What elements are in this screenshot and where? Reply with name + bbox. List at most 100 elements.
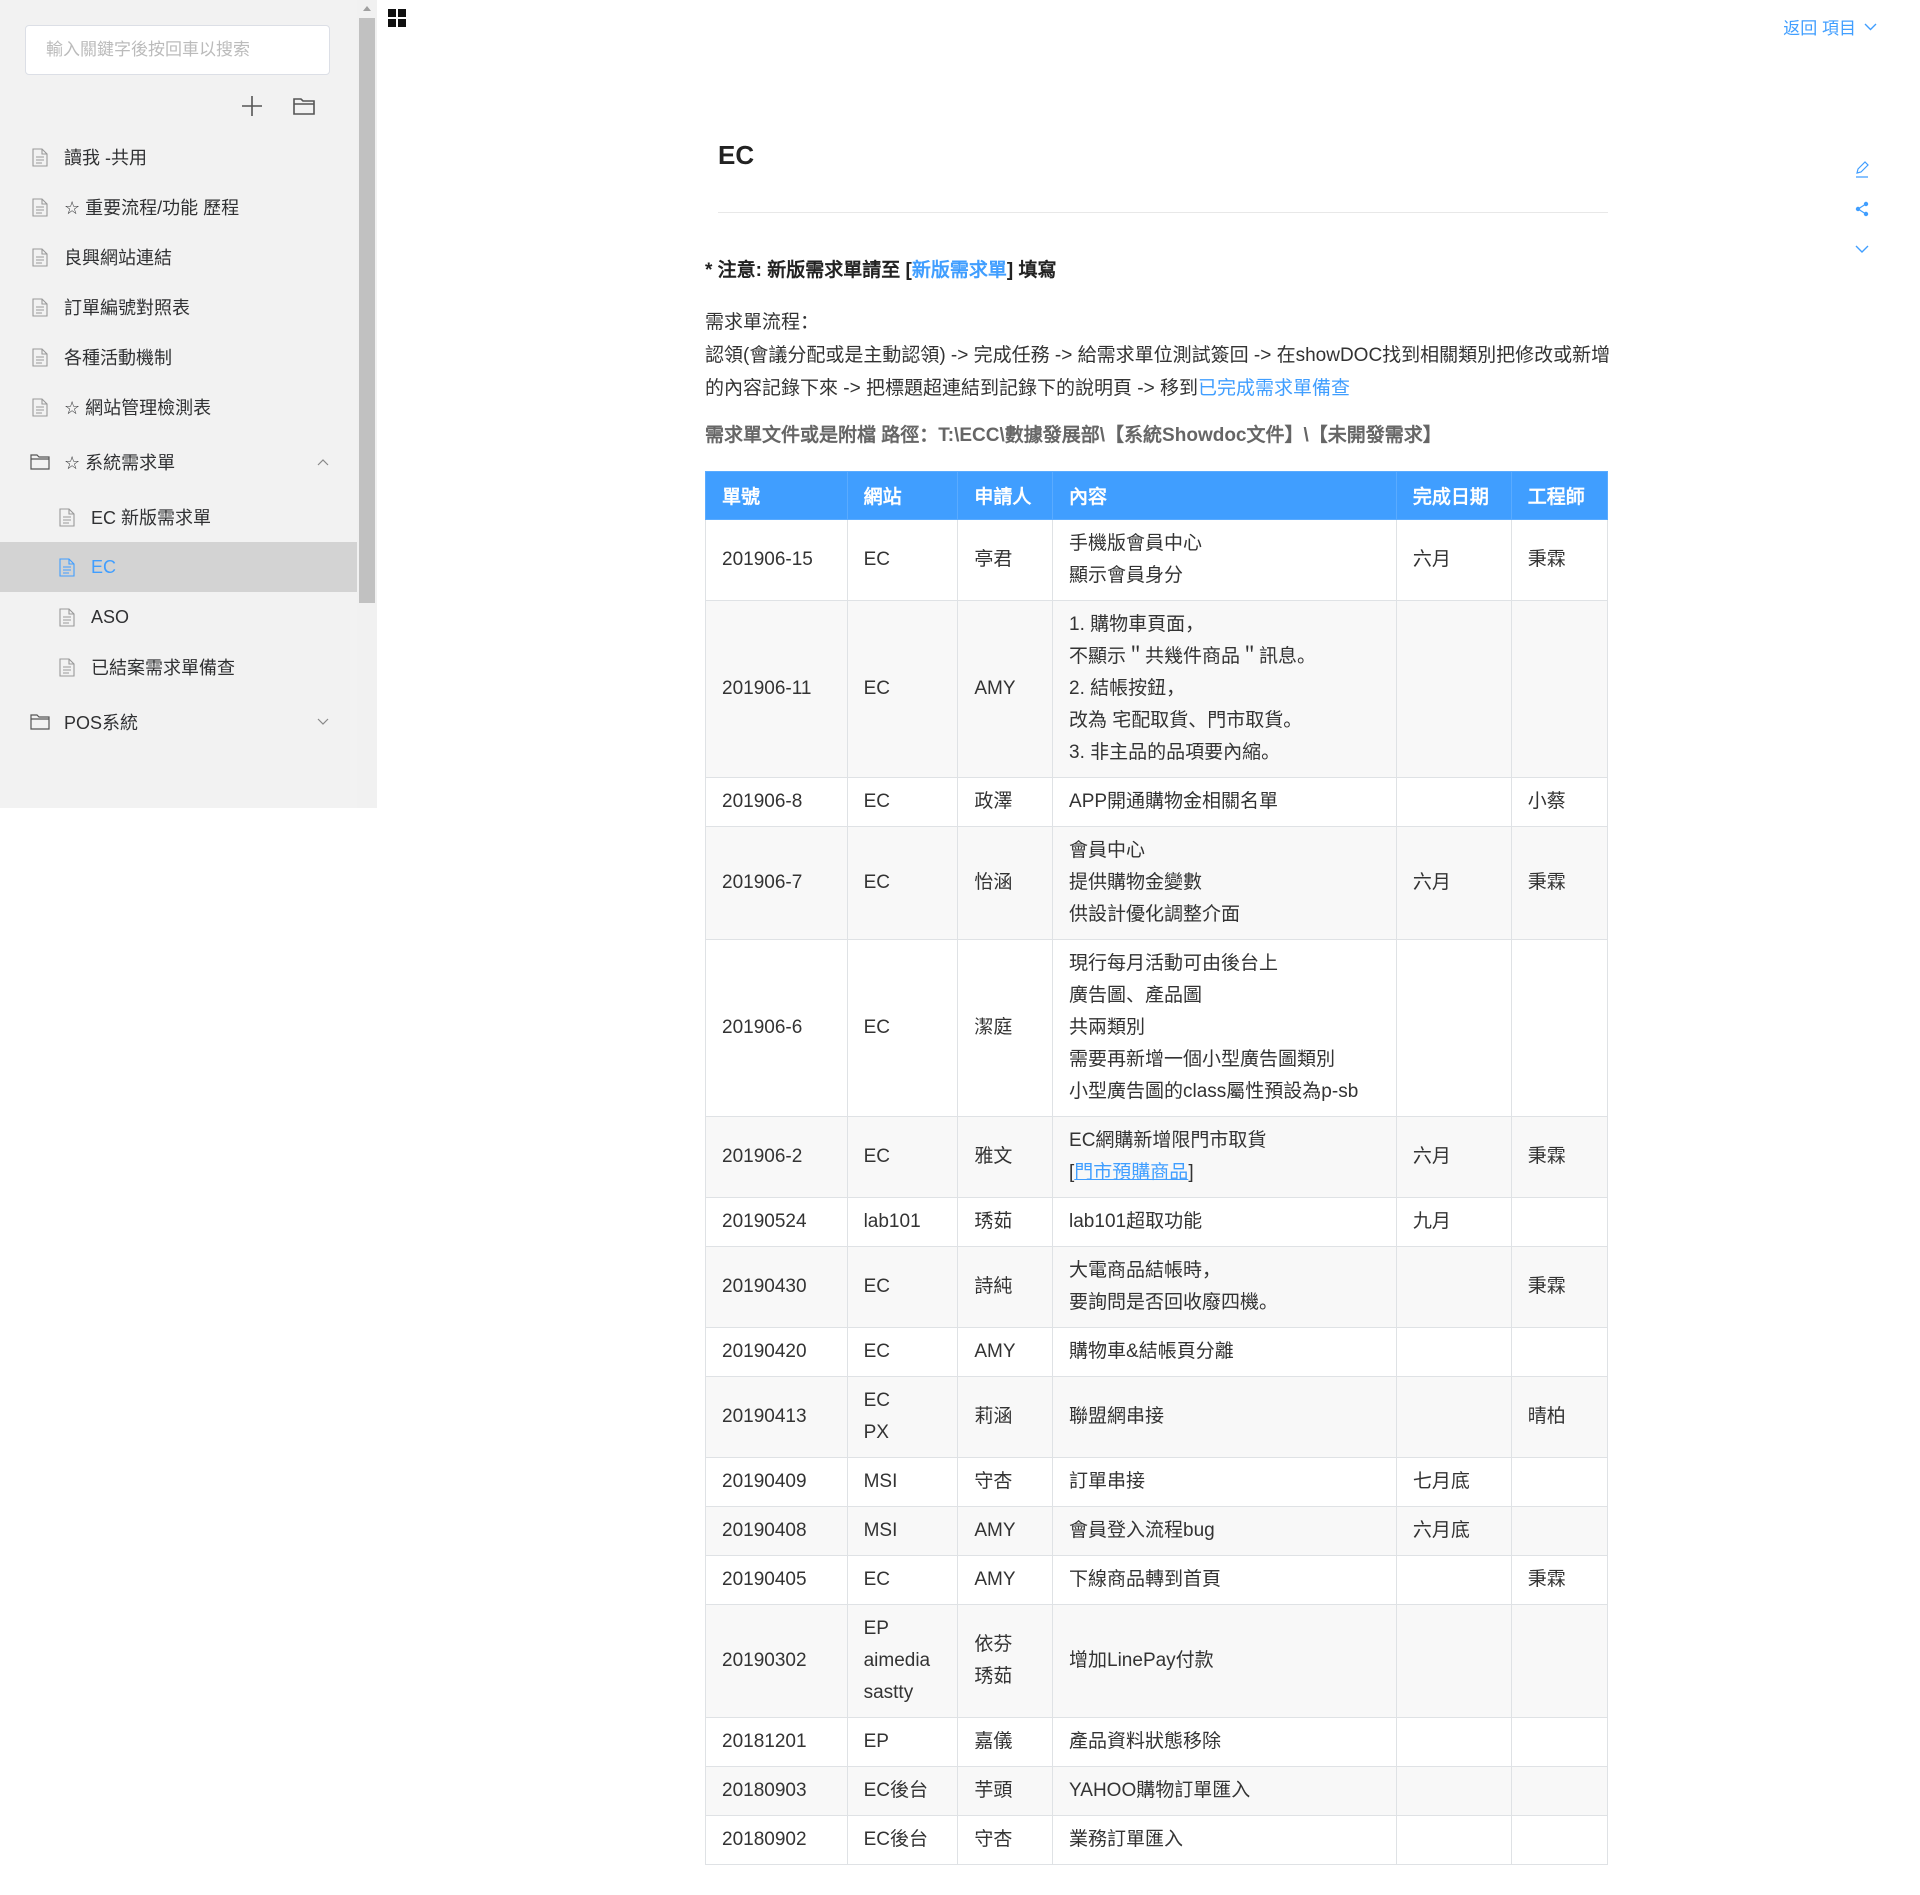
share-button[interactable] [1852,198,1872,220]
sidebar-item[interactable]: 訂單編號對照表 [0,282,357,332]
chevron-down-icon [317,718,329,725]
document-icon [57,607,77,627]
sidebar-folder-pos[interactable]: POS系統 [0,692,357,752]
add-page-button[interactable] [238,92,266,120]
table-row: 20180903 EC後台 芋頭 YAHOO購物訂單匯入 [705,1766,1609,1816]
applicant-line: 詩純 [974,1276,1013,1297]
cell-site: EC [846,939,959,1117]
scrollbar-thumb[interactable] [359,18,375,603]
cell-site: EP [846,1717,959,1767]
sidebar-item-label: 讀我 -共用 [64,148,147,168]
site-line: PX [863,1422,889,1443]
table-header-row: 單號 網站 申請人 內容 完成日期 工程師 [705,471,1609,520]
cell-applicant: 嘉儀 [957,1717,1054,1767]
flow-text: 認領(會議分配或是主動認領) -> 完成任務 -> 給需求單位測試簽回 -> 在… [705,345,1611,399]
note-line: * 注意: 新版需求單請至 [新版需求單] 填寫 [705,255,1057,282]
sidebar-item[interactable]: 各種活動機制 [0,332,357,382]
table-row: 201906-2 EC 雅文 EC網購新增限門市取貨 [門市預購商品] 六月 秉霖 [705,1116,1609,1198]
column-header: 內容 [1052,471,1397,520]
table-row: 201906-15 EC 亭君 手機版會員中心 顯示會員身分 六月 秉霖 [705,519,1609,601]
sidebar-item[interactable]: 良興網站連結 [0,232,357,282]
content-line: APP開通購物金相關名單 [1069,791,1279,812]
chevron-down-icon [1855,245,1869,253]
back-label: 返回 項目 [1783,19,1856,38]
cell-engineer: 秉霖 [1510,1246,1609,1328]
request-table: 單號 網站 申請人 內容 完成日期 工程師 201906-15 EC 亭君 手機版會員… [705,471,1609,1865]
note-suffix: ] 填寫 [1006,260,1057,281]
cell-applicant: 亭君 [957,519,1054,601]
cell-number: 20190302 [705,1604,848,1718]
cell-site: EC [846,600,959,778]
site-line: EC [863,1146,890,1167]
cell-content: lab101超取功能 [1052,1197,1397,1247]
cell-number: 20180902 [705,1815,848,1865]
sidebar-folder-system[interactable]: ☆ 系統需求單 [0,432,357,492]
sidebar-subitem[interactable]: EC 新版需求單 [0,492,357,542]
grid-menu-icon[interactable] [388,9,406,27]
cell-engineer [1510,1717,1609,1767]
back-to-project-link[interactable]: 返回 項目 [1783,14,1877,39]
cell-date [1395,1555,1512,1605]
sidebar-folder-label: ☆ 系統需求單 [64,453,176,473]
cell-number: 20190430 [705,1246,848,1328]
search-box[interactable] [25,25,330,75]
sidebar-item-label: ASO [91,606,130,627]
sidebar-subitem-active[interactable]: EC [0,542,357,592]
folder-icon [30,712,50,732]
cell-applicant: 雅文 [957,1116,1054,1198]
sidebar-item[interactable]: ☆ 網站管理檢測表 [0,382,357,432]
more-button[interactable] [1852,238,1872,260]
applicant-line: 琇茹 [974,1666,1013,1687]
sidebar-subitem[interactable]: 已結案需求單備查 [0,642,357,692]
cell-date [1395,1246,1512,1328]
cell-content: 大電商品結帳時， 要詢問是否回收廢四機。 [1052,1246,1397,1328]
content-line: 業務訂單匯入 [1069,1829,1184,1850]
cell-engineer: 小蔡 [1510,777,1609,827]
cell-site: lab101 [846,1197,959,1247]
store-preorder-link[interactable]: 門市預購商品 [1074,1162,1188,1183]
cell-applicant: AMY [957,600,1054,778]
cell-number: 201906-6 [705,939,848,1117]
sidebar-item[interactable]: 讀我 -共用 [0,132,357,182]
cell-date [1395,1604,1512,1718]
column-header: 申請人 [957,471,1054,520]
edit-icon [1856,161,1869,178]
document-icon [57,557,77,577]
site-line: EP [863,1731,889,1752]
folder-icon [293,98,315,115]
search-input[interactable] [44,39,315,61]
table-row: 20190409 MSI 守杏 訂單串接 七月底 [705,1457,1609,1507]
content-line: 改為 宅配取貨、門市取貨。 [1069,710,1303,731]
table-row: 201906-8 EC 政澤 APP開通購物金相關名單 小蔡 [705,777,1609,827]
column-header: 單號 [705,471,848,520]
scroll-up-arrow-icon[interactable] [363,6,371,11]
cell-applicant: AMY [957,1555,1054,1605]
content-line: 下線商品轉到首頁 [1069,1569,1222,1590]
cell-engineer: 晴柏 [1510,1376,1609,1458]
applicant-line: 守杏 [974,1471,1013,1492]
cell-applicant: 政澤 [957,777,1054,827]
sidebar-scrollbar[interactable] [357,0,377,808]
edit-button[interactable] [1852,158,1872,180]
site-line: aimedia [863,1650,931,1671]
cell-content: 手機版會員中心 顯示會員身分 [1052,519,1397,601]
completed-requests-link[interactable]: 已完成需求單備查 [1198,378,1350,399]
content-line: 供設計優化調整介面 [1069,904,1241,925]
cell-site: EC [846,777,959,827]
content-line: 產品資料狀態移除 [1069,1731,1222,1752]
document-icon [30,347,50,367]
content-line: 1. 購物車頁面， [1069,614,1205,635]
cell-date: 六月 [1395,826,1512,940]
site-line: EC [863,1341,890,1362]
document-icon [30,147,50,167]
cell-applicant: AMY [957,1506,1054,1556]
cell-site: EC PX [846,1376,959,1458]
site-line: EP [863,1618,889,1639]
new-request-link[interactable]: 新版需求單 [912,260,1007,281]
table-row: 20181201 EP 嘉儀 產品資料狀態移除 [705,1717,1609,1767]
sidebar-item[interactable]: ☆ 重要流程/功能 歷程 [0,182,357,232]
applicant-line: AMY [974,678,1016,699]
sidebar-subitem[interactable]: ASO [0,592,357,642]
column-header: 完成日期 [1395,471,1512,520]
add-folder-button[interactable] [290,92,318,120]
